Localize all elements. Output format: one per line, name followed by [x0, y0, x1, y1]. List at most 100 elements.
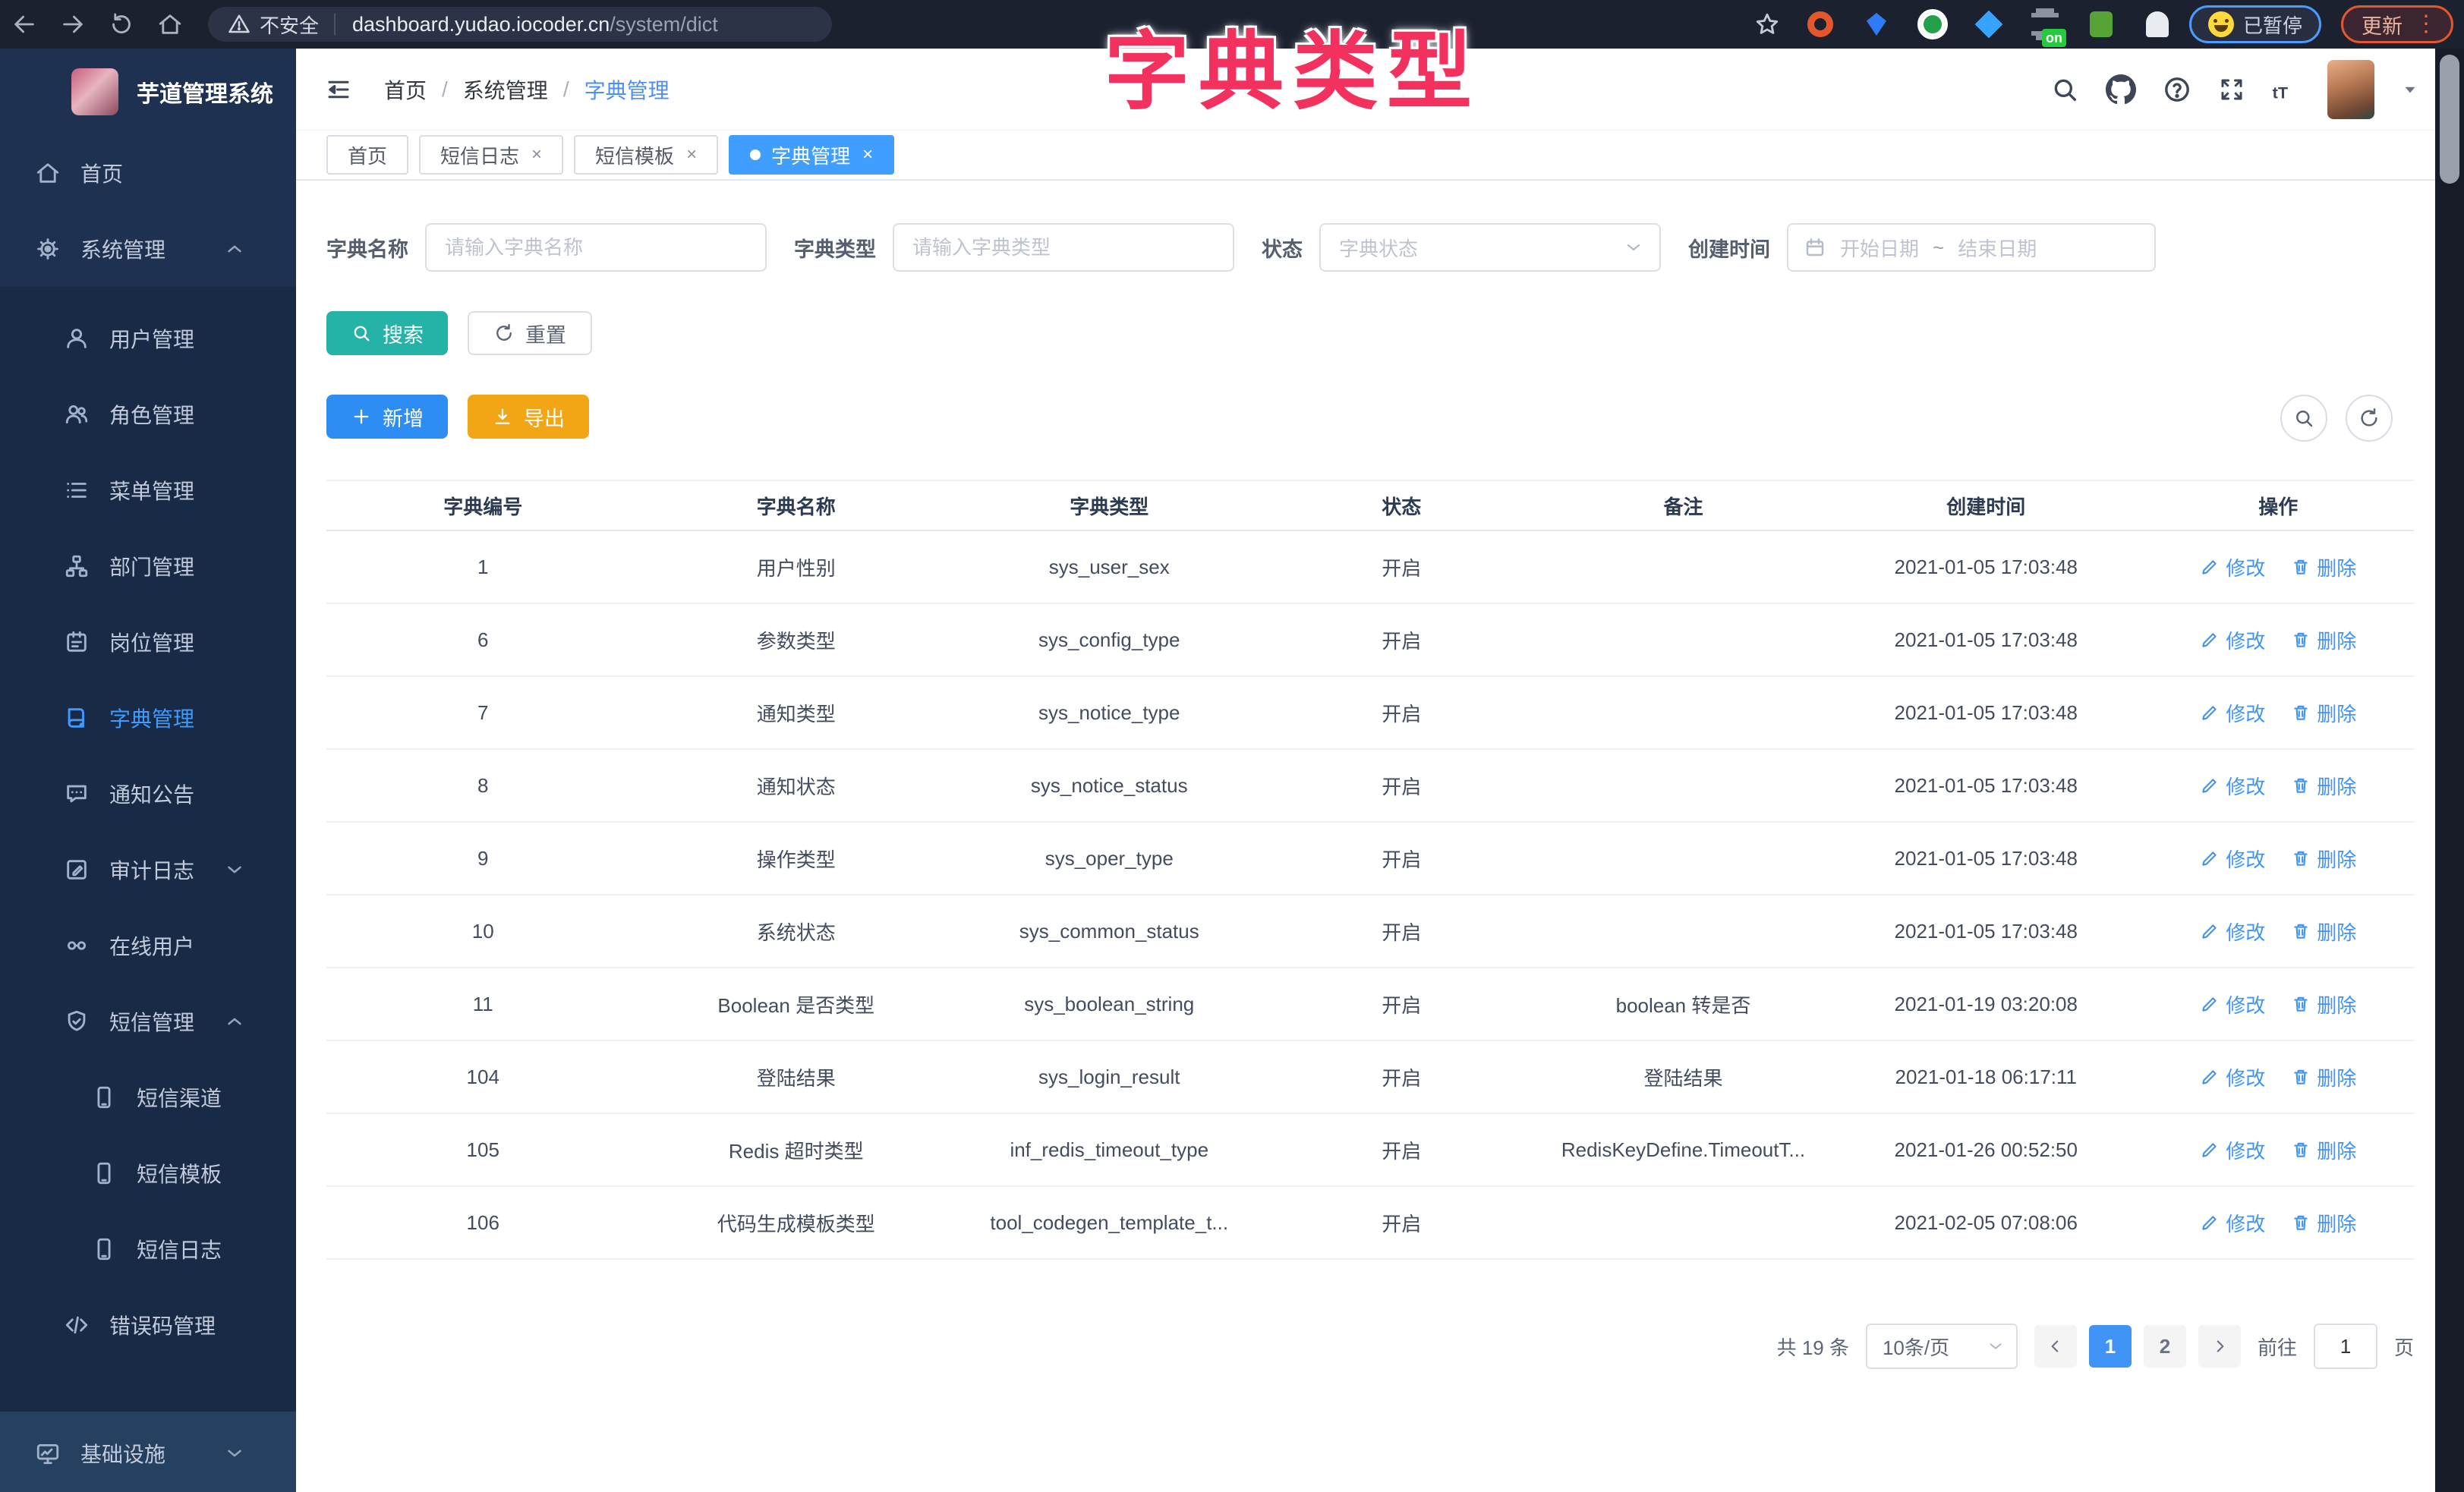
tab-首页[interactable]: 首页 — [326, 135, 408, 175]
search-button[interactable]: 搜索 — [326, 311, 448, 355]
breadcrumb-home[interactable]: 首页 — [384, 74, 427, 105]
edit-link[interactable]: 修改 — [2200, 918, 2265, 946]
ext-green-circle-icon[interactable] — [1916, 8, 1949, 41]
browser-home-button[interactable] — [146, 3, 194, 46]
page-button-1[interactable]: 1 — [2089, 1325, 2132, 1368]
ext-list-on-icon[interactable]: on — [2028, 8, 2062, 41]
browser-reload-button[interactable] — [97, 3, 146, 46]
browser-update-button[interactable]: 更新 ⋮ — [2341, 5, 2453, 43]
ext-green-small-icon[interactable] — [2084, 8, 2118, 41]
sidebar-item-sms-management[interactable]: 短信管理 — [0, 984, 296, 1059]
sidebar-item-notice-announcement[interactable]: 通知公告 — [0, 756, 296, 832]
delete-link[interactable]: 删除 — [2291, 772, 2356, 800]
address-bar[interactable]: 不安全 dashboard.yudao.iocoder.cn /system/d… — [208, 7, 832, 42]
cell-dict-type[interactable]: inf_redis_timeout_type — [953, 1113, 1266, 1186]
paused-extension-badge[interactable]: 已暂停 — [2189, 5, 2321, 43]
edit-link[interactable]: 修改 — [2200, 699, 2265, 727]
cell-status: 开启 — [1266, 968, 1538, 1040]
breadcrumb-system[interactable]: 系统管理 — [463, 74, 548, 105]
sidebar-item-sms-log[interactable]: 短信日志 — [0, 1211, 296, 1287]
fullscreen-icon[interactable] — [2218, 76, 2245, 103]
sidebar-item-menu-management[interactable]: 菜单管理 — [0, 452, 296, 528]
github-icon[interactable] — [2106, 74, 2136, 105]
page-size-select[interactable]: 10条/页 — [1866, 1324, 2018, 1369]
browser-forward-button[interactable] — [49, 3, 97, 46]
sidebar-item-online-users[interactable]: 在线用户 — [0, 908, 296, 984]
cell-dict-name: 操作类型 — [640, 822, 953, 895]
user-avatar[interactable] — [2327, 60, 2374, 119]
page-scrollbar[interactable] — [2435, 49, 2464, 1492]
browser-back-button[interactable] — [0, 3, 49, 46]
edit-link[interactable]: 修改 — [2200, 990, 2265, 1018]
sidebar-item-post-management[interactable]: 岗位管理 — [0, 604, 296, 680]
status-select[interactable]: 字典状态 — [1319, 223, 1661, 272]
export-button[interactable]: 导出 — [468, 395, 589, 439]
cell-dict-type[interactable]: sys_notice_type — [953, 676, 1266, 749]
search-icon[interactable] — [2050, 74, 2080, 105]
ext-blue-gem-icon[interactable] — [1860, 8, 1893, 41]
help-icon[interactable] — [2162, 74, 2192, 105]
delete-link[interactable]: 删除 — [2291, 918, 2356, 946]
sidebar-item-system-management[interactable]: 系统管理 — [0, 211, 296, 287]
scrollbar-thumb[interactable] — [2440, 55, 2459, 184]
edit-link[interactable]: 修改 — [2200, 1063, 2265, 1091]
bookmark-star-button[interactable] — [1746, 3, 1788, 46]
edit-link[interactable]: 修改 — [2200, 772, 2265, 800]
sidebar-item-home[interactable]: 首页 — [0, 135, 296, 211]
delete-link[interactable]: 删除 — [2291, 1136, 2356, 1164]
sidebar-fold-icon[interactable] — [323, 76, 354, 103]
sidebar-item-dict-management[interactable]: 字典管理 — [0, 680, 296, 756]
edit-link[interactable]: 修改 — [2200, 1209, 2265, 1237]
delete-link[interactable]: 删除 — [2291, 1063, 2356, 1091]
table-refresh-button[interactable] — [2346, 395, 2393, 442]
cell-dict-type[interactable]: sys_common_status — [953, 895, 1266, 968]
goto-page-input[interactable] — [2314, 1324, 2377, 1369]
tab-短信模板[interactable]: 短信模板× — [574, 135, 718, 175]
tab-字典管理[interactable]: 字典管理× — [729, 135, 894, 175]
cell-dict-type[interactable]: tool_codegen_template_t... — [953, 1186, 1266, 1259]
dict-type-input[interactable] — [893, 223, 1234, 272]
delete-link[interactable]: 删除 — [2291, 990, 2356, 1018]
edit-link[interactable]: 修改 — [2200, 626, 2265, 654]
browser-menu-icon[interactable]: ⋮ — [2415, 17, 2437, 31]
cell-dict-type[interactable]: sys_oper_type — [953, 822, 1266, 895]
sidebar-item-audit-log[interactable]: 审计日志 — [0, 832, 296, 908]
sidebar-item-user-management[interactable]: 用户管理 — [0, 301, 296, 376]
cell-dict-type[interactable]: sys_notice_status — [953, 749, 1266, 822]
page-button-2[interactable]: 2 — [2144, 1325, 2186, 1368]
delete-link[interactable]: 删除 — [2291, 626, 2356, 654]
table-search-toggle-button[interactable] — [2280, 395, 2327, 442]
sidebar-item-sms-template[interactable]: 短信模板 — [0, 1135, 296, 1211]
chevron-down-icon[interactable] — [2400, 80, 2420, 99]
cell-dict-type[interactable]: sys_config_type — [953, 603, 1266, 676]
prev-page-button[interactable] — [2034, 1325, 2077, 1368]
sidebar-item-role-management[interactable]: 角色管理 — [0, 376, 296, 452]
date-range-picker[interactable]: 开始日期 ~ 结束日期 — [1787, 223, 2156, 272]
sidebar-item-error-code-management[interactable]: 错误码管理 — [0, 1287, 296, 1363]
cell-dict-type[interactable]: sys_user_sex — [953, 530, 1266, 603]
sidebar-item-infrastructure[interactable]: 基础设施 — [0, 1415, 296, 1491]
delete-link[interactable]: 删除 — [2291, 1209, 2356, 1237]
ext-blue-diamond-icon[interactable] — [1972, 8, 2006, 41]
next-page-button[interactable] — [2198, 1325, 2241, 1368]
reset-button[interactable]: 重置 — [468, 311, 592, 355]
sidebar-item-sms-channel[interactable]: 短信渠道 — [0, 1059, 296, 1135]
cell-dict-type[interactable]: sys_login_result — [953, 1040, 1266, 1113]
tab-close-icon[interactable]: × — [686, 144, 697, 165]
ext-orange-ring-icon[interactable] — [1804, 8, 1837, 41]
delete-link[interactable]: 删除 — [2291, 845, 2356, 873]
add-button[interactable]: 新增 — [326, 395, 448, 439]
edit-link[interactable]: 修改 — [2200, 845, 2265, 873]
font-size-icon[interactable]: tT — [2271, 74, 2302, 105]
dict-name-input[interactable] — [425, 223, 767, 272]
ext-ghost-icon[interactable] — [2141, 8, 2174, 41]
edit-link[interactable]: 修改 — [2200, 1136, 2265, 1164]
delete-link[interactable]: 删除 — [2291, 553, 2356, 581]
tab-close-icon[interactable]: × — [862, 144, 873, 165]
cell-dict-type[interactable]: sys_boolean_string — [953, 968, 1266, 1040]
tab-close-icon[interactable]: × — [531, 144, 542, 165]
edit-link[interactable]: 修改 — [2200, 553, 2265, 581]
tab-短信日志[interactable]: 短信日志× — [419, 135, 563, 175]
delete-link[interactable]: 删除 — [2291, 699, 2356, 727]
sidebar-item-dept-management[interactable]: 部门管理 — [0, 528, 296, 604]
